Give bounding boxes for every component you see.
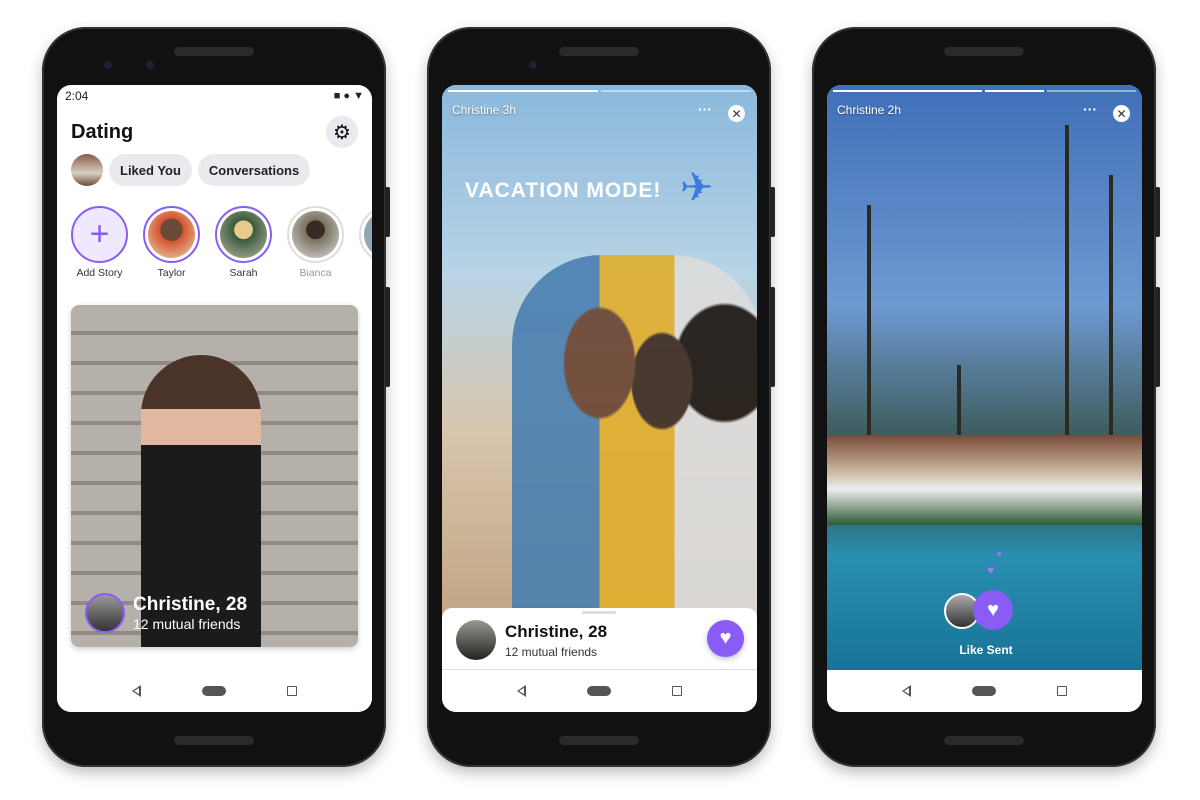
page-title: Dating [71,121,134,143]
story-header: Christine 2h [837,103,902,117]
profile-sheet[interactable]: Christine, 28 12 mutual friends ♥ [442,608,757,670]
like-sent-indicator: ♥ Like Sent [944,585,1024,665]
camera [146,61,154,69]
floating-heart-icon: ● [997,549,1002,558]
nav-bar [57,670,372,712]
card-avatar [85,593,125,633]
camera [104,61,112,69]
nav-bar [442,670,757,712]
status-bar: 2:04 ■ ● ▼ [57,85,372,107]
like-button[interactable]: ♥ [707,620,744,657]
liked-you-chip[interactable]: Liked You [109,154,192,186]
recents-icon[interactable] [671,686,682,696]
profile-card[interactable]: Christine, 28 12 mutual friends [71,305,358,647]
volume-button [770,287,775,387]
back-icon[interactable] [517,685,527,697]
screen: Christine 2h ··· ✕ ♥ ● ♥ Like Sent [827,85,1142,712]
screen: Christine 3h ··· ✕ VACATION MODE! ✈ Chri… [442,85,757,712]
story-sarah[interactable]: Sarah [215,206,272,279]
mutual-friends: 12 mutual friends [505,645,598,659]
phone-dating-home: 2:04 ■ ● ▼ Dating ⚙ Liked You Conversati… [42,27,390,767]
story-label: Sarah [229,267,258,279]
settings-button[interactable]: ⚙ [326,116,358,148]
story-taylor[interactable]: Taylor [143,206,200,279]
home-icon[interactable] [586,686,611,696]
speaker [174,736,254,745]
recents-icon[interactable] [286,686,297,696]
profile-name: Christine, 28 [505,622,608,641]
story-partial[interactable]: Sp [359,206,372,279]
airplane-icon: ✈ [680,166,714,210]
story-label: Add Story [76,267,123,279]
heart-icon: ♥ [719,627,732,649]
more-icon[interactable]: ··· [698,101,712,117]
add-story-button[interactable]: + Add Story [71,206,128,279]
speaker [944,736,1024,745]
status-time: 2:04 [65,89,89,103]
story-progress [448,90,751,92]
story-header: Christine 3h [452,103,517,117]
back-icon[interactable] [132,685,142,697]
resort-buildings [827,435,1142,525]
recents-icon[interactable] [1056,686,1067,696]
palm-tree [867,205,871,465]
speaker [559,47,639,56]
speaker [174,47,254,56]
phone-story-like-sent: Christine 2h ··· ✕ ♥ ● ♥ Like Sent [812,27,1160,767]
sticker-text: VACATION MODE! [465,179,662,202]
power-button [770,187,775,237]
speaker [944,47,1024,56]
drag-handle[interactable] [582,611,616,614]
heart-icon: ♥ [973,590,1013,630]
close-icon[interactable]: ✕ [1113,105,1130,122]
screen: 2:04 ■ ● ▼ Dating ⚙ Liked You Conversati… [57,85,372,712]
conversations-chip[interactable]: Conversations [197,154,311,186]
gear-icon: ⚙ [333,121,351,144]
floating-heart-icon: ♥ [987,563,995,577]
story-bianca[interactable]: Bianca [287,206,344,279]
volume-button [1155,287,1160,387]
mutual-friends: 12 mutual friends [133,616,241,632]
close-icon[interactable]: ✕ [728,105,745,122]
story-label: Bianca [299,267,332,279]
nav-bar [827,670,1142,712]
stories-row: + Add Story Taylor Sarah Bianca Sp [71,206,372,279]
home-icon[interactable] [201,686,226,696]
speaker [559,736,639,745]
story-progress [833,90,1136,92]
profile-avatar [456,620,496,660]
power-button [385,187,390,237]
more-icon[interactable]: ··· [1083,101,1097,117]
status-icons: ■ ● ▼ [333,90,364,102]
story-label: Taylor [157,267,186,279]
phone-story-vacation: Christine 3h ··· ✕ VACATION MODE! ✈ Chri… [427,27,775,767]
like-sent-label: Like Sent [959,643,1013,657]
palm-tree [1109,175,1113,455]
back-icon[interactable] [902,685,912,697]
plus-icon: + [71,206,128,263]
palm-tree [1065,125,1069,455]
profile-name: Christine, 28 [133,594,248,615]
profile-avatar[interactable] [71,154,103,186]
power-button [1155,187,1160,237]
story-people [512,255,757,615]
volume-button [385,287,390,387]
camera [529,61,537,69]
home-icon[interactable] [971,686,996,696]
